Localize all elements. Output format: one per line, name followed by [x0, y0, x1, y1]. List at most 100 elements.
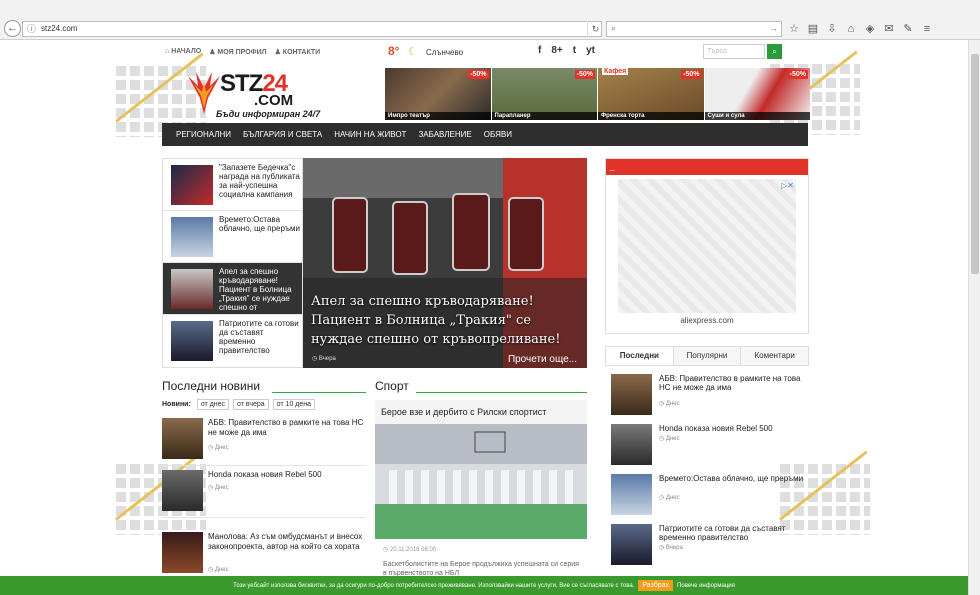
- sidebar-news-item[interactable]: Времето:Остава облачно, ще преръми ◷ Дне…: [611, 474, 807, 518]
- scrollbar[interactable]: [968, 40, 980, 595]
- discount-badge: -50%: [574, 70, 595, 79]
- download-icon[interactable]: ⇩: [824, 20, 840, 38]
- filter-label: Новини:: [162, 401, 191, 408]
- featured-item[interactable]: Времето:Остава облачно, ще преръми: [163, 211, 302, 263]
- reading-list-icon[interactable]: ▤: [805, 20, 821, 38]
- scrollbar-thumb[interactable]: [971, 54, 979, 274]
- news-thumbnail: [171, 269, 213, 309]
- tab-popular[interactable]: Популярни: [673, 347, 742, 365]
- news-title: АБВ: Правителство в рамките на това НС н…: [659, 374, 801, 392]
- news-title: Honda показа новия Rebel 500: [659, 424, 773, 433]
- discount-badge: -50%: [681, 70, 702, 79]
- news-time: ◷ Днес: [208, 445, 229, 451]
- ad-topbar: _: [606, 159, 808, 175]
- news-thumbnail: [162, 470, 203, 511]
- sidebar-tabs: Последни Популярни Коментари: [605, 346, 809, 366]
- news-time: ◷ Вчера: [659, 545, 683, 551]
- news-title: Времето:Остава облачно, ще преръми: [659, 474, 804, 483]
- twitter-icon[interactable]: t: [573, 45, 576, 56]
- promo-card[interactable]: -50% Импро театър: [385, 68, 491, 120]
- tab-comments[interactable]: Коментари: [741, 347, 809, 365]
- google-plus-icon[interactable]: 8+: [551, 45, 562, 56]
- nav-home[interactable]: ⌂ НАЧАЛО: [165, 48, 201, 56]
- sidebar-news-item[interactable]: АБВ: Правителство в рамките на това НС н…: [611, 374, 807, 418]
- news-title: Honda показа новия Rebel 500: [208, 470, 322, 479]
- latest-news-title: Последни новини: [162, 379, 261, 393]
- address-bar[interactable]: ⓘ stz24.com: [22, 21, 602, 37]
- promo-card[interactable]: -50% Суши и сула: [704, 68, 810, 120]
- featured-item[interactable]: "Запазете Бедечка"с награда на публиката…: [163, 159, 302, 211]
- filter-today[interactable]: от днес: [196, 399, 230, 410]
- promo-card[interactable]: Кафея -50% Френска торта: [598, 68, 704, 120]
- news-list-item[interactable]: Манолова: Аз съм омбудсманът и внесох за…: [162, 532, 366, 580]
- ad-choices-icon[interactable]: ▷✕: [781, 181, 794, 190]
- youtube-icon[interactable]: yt: [586, 45, 595, 56]
- ad-image[interactable]: [618, 179, 796, 313]
- star-icon[interactable]: ☆: [786, 20, 802, 38]
- read-more-link[interactable]: Прочети още...: [508, 354, 577, 365]
- logo-dotcom: .COM: [254, 92, 294, 109]
- search-icon: ⌕: [611, 23, 617, 33]
- nav-profile[interactable]: ♟ МОЯ ПРОФИЛ: [209, 48, 266, 56]
- browser-toolbar: ← ⓘ stz24.com ↻ ⌕ → ☆ ▤ ⇩ ⌂ ◈ ✉ ✎ ≡: [0, 0, 980, 40]
- news-time: ◷ Днес: [659, 495, 680, 501]
- url-text: stz24.com: [41, 24, 78, 33]
- promo-card[interactable]: -50% Параплaнер: [491, 68, 597, 120]
- news-thumbnail: [611, 474, 652, 515]
- tools-icon[interactable]: ✎: [900, 20, 916, 38]
- featured-caption: Апел за спешно кръводаряване! Пациент в …: [311, 294, 561, 347]
- menu-item-entertainment[interactable]: ЗАБАВЛЕНИЕ: [418, 130, 471, 139]
- cookie-agree-button[interactable]: Разбрах: [638, 580, 674, 591]
- extension-icon[interactable]: ✉: [881, 20, 897, 38]
- back-button[interactable]: ←: [4, 20, 21, 37]
- browser-search-input[interactable]: ⌕ →: [606, 21, 782, 37]
- weather-temperature: 8°: [388, 44, 400, 58]
- featured-item-title: Патриотите са готови да съставят временн…: [219, 319, 299, 355]
- news-list-item[interactable]: АБВ: Правителство в рамките на това НС н…: [162, 418, 366, 466]
- site-search-input[interactable]: Търсо: [703, 44, 765, 59]
- site-logo[interactable]: STZ24 .COM Бъди информиран 24/7: [164, 66, 384, 122]
- news-title: Манолова: Аз съм омбудсманът и внесох за…: [208, 532, 363, 551]
- filter-yesterday[interactable]: от вчера: [233, 399, 269, 410]
- news-time: ◷ Днес: [659, 401, 680, 407]
- advertisement[interactable]: _ ▷✕ aliexpress.com: [605, 158, 809, 334]
- pocket-icon[interactable]: ◈: [862, 20, 878, 38]
- reload-button[interactable]: ↻: [587, 21, 603, 37]
- info-icon[interactable]: ⓘ: [27, 22, 36, 36]
- menu-item-lifestyle[interactable]: НАЧИН НА ЖИВОТ: [334, 130, 406, 139]
- menu-item-regional[interactable]: РЕГИОНАЛНИ: [176, 130, 231, 139]
- sidebar-news-item[interactable]: Honda показа новия Rebel 500 ◷ Днес: [611, 424, 807, 468]
- news-thumbnail: [162, 532, 203, 573]
- sidebar-news-item[interactable]: Патриотите са готови да съставят временн…: [611, 524, 807, 568]
- menu-item-classifieds[interactable]: ОБЯВИ: [484, 130, 512, 139]
- page: ⌂ НАЧАЛО ♟ МОЯ ПРОФИЛ ♟ КОНТАКТИ 8° ☾ Сл…: [0, 40, 968, 595]
- menu-icon[interactable]: ≡: [919, 20, 935, 38]
- nav-contacts[interactable]: ♟ КОНТАКТИ: [275, 48, 321, 56]
- site-search-button[interactable]: ⌕: [767, 44, 782, 59]
- featured-meta: ◷ Вчера: [312, 356, 336, 362]
- top-nav: ⌂ НАЧАЛО ♟ МОЯ ПРОФИЛ ♟ КОНТАКТИ: [165, 48, 320, 56]
- featured-main-story[interactable]: Апел за спешно кръводаряване! Пациент в …: [303, 158, 587, 368]
- facebook-icon[interactable]: f: [538, 45, 541, 56]
- arrow-right-icon[interactable]: →: [769, 23, 778, 33]
- cookie-more-link[interactable]: Повече информация: [677, 583, 735, 589]
- ad-source[interactable]: aliexpress.com: [606, 316, 808, 325]
- news-thumbnail: [611, 524, 652, 565]
- featured-item-title: "Запазете Бедечка"с награда на публиката…: [219, 163, 300, 199]
- featured-item-active[interactable]: Апел за спешно кръводаряване! Пациент в …: [163, 263, 302, 315]
- discount-badge: -50%: [787, 70, 808, 79]
- filter-10-days[interactable]: от 10 дена: [272, 399, 316, 410]
- promo-caption: Суши и сула: [704, 112, 810, 120]
- section-divider: [272, 392, 366, 393]
- featured-item[interactable]: Патриотите са готови да съставят временн…: [163, 315, 302, 367]
- news-thumbnail: [611, 374, 652, 415]
- sport-photo[interactable]: [375, 424, 587, 539]
- sport-headline[interactable]: Берое взе и дербито с Рилски спортист: [375, 400, 587, 424]
- menu-item-bulgaria-world[interactable]: БЪЛГАРИЯ И СВЕТА: [243, 130, 322, 139]
- news-list-item[interactable]: Honda показа новия Rebel 500 ◷ Днес: [162, 470, 366, 518]
- home-icon[interactable]: ⌂: [843, 20, 859, 38]
- news-title: Патриотите са готови да съставят временн…: [659, 524, 786, 542]
- logo-tagline: Бъди информиран 24/7: [216, 109, 321, 119]
- news-thumbnail: [162, 418, 203, 459]
- tab-latest[interactable]: Последни: [606, 347, 674, 365]
